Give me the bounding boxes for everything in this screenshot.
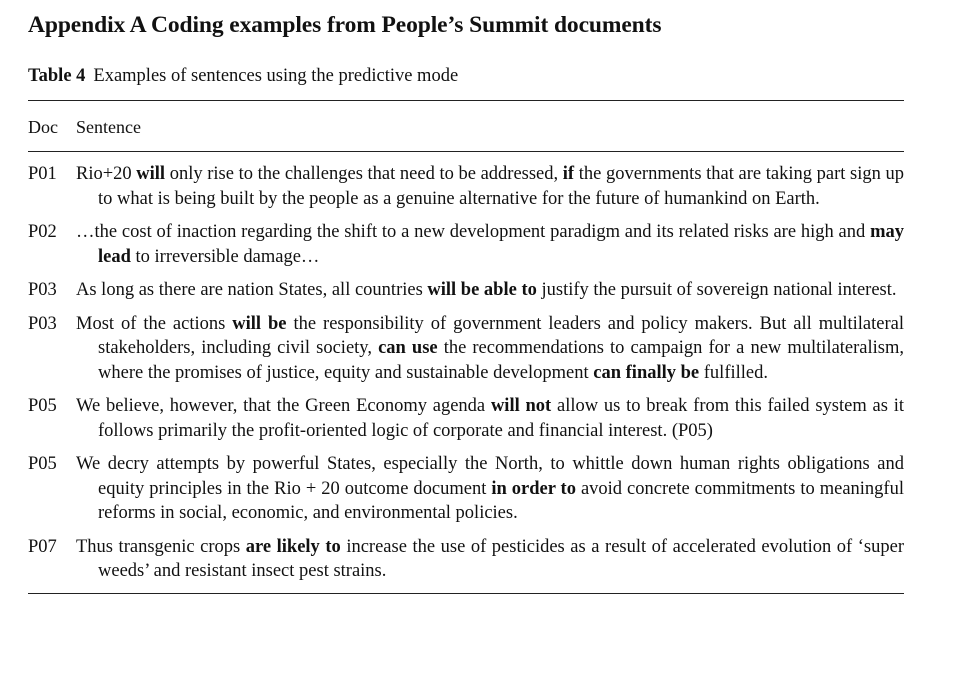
doc-id: P05 xyxy=(28,396,57,416)
predictive-term: can finally be xyxy=(593,362,700,383)
appendix-title: Appendix A Coding examples from People’s… xyxy=(28,12,662,38)
table-number: Table 4 xyxy=(28,66,86,86)
predictive-term: will xyxy=(136,164,166,184)
doc-id: P05 xyxy=(28,454,57,474)
sentence-text: As long as there are nation States, all … xyxy=(76,278,904,303)
doc-id: P03 xyxy=(28,313,57,334)
predictive-term: will be able to xyxy=(427,280,537,300)
doc-id: P07 xyxy=(28,536,57,557)
sentence-segment: Most of the actions xyxy=(76,313,233,334)
table-row: P02 …the cost of inaction regarding the s… xyxy=(28,220,904,269)
sentence-text: We believe, however, that the Green Econ… xyxy=(76,394,904,443)
predictive-term: if xyxy=(562,164,575,184)
sentence-segment: Rio+20 xyxy=(76,164,137,184)
predictive-term: can use xyxy=(378,338,438,358)
doc-id: P01 xyxy=(28,164,57,184)
table-header-row: Doc Sentence xyxy=(28,101,904,151)
predictive-term: will not xyxy=(490,396,552,416)
sentence-segment: As long as there are nation States, all … xyxy=(76,280,428,300)
predictive-term: in order to xyxy=(491,478,576,499)
table-row: P05 We decry attempts by powerful States,… xyxy=(28,452,904,526)
table-row: P03 Most of the actions will be the respo… xyxy=(28,312,904,386)
table-row: P07 Thus transgenic crops are likely to i… xyxy=(28,535,904,584)
doc-id: P03 xyxy=(28,280,57,300)
document-page: Appendix A Coding examples from People’s… xyxy=(28,10,904,594)
doc-id: P02 xyxy=(28,222,57,242)
sentence-segment: fulfilled. xyxy=(699,362,768,383)
predictive-term: are likely to xyxy=(245,536,341,557)
sentence-segment: only rise to the challenges that need to… xyxy=(165,164,563,184)
table-row: P03 As long as there are nation States, a… xyxy=(28,278,904,303)
sentence-text: We decry attempts by powerful States, es… xyxy=(76,452,904,526)
sentence-segment: We believe, however, that the Green Econ… xyxy=(76,396,491,416)
table-bottom-rule xyxy=(28,592,904,594)
sentence-text: Thus transgenic crops are likely to incr… xyxy=(76,535,904,584)
sentence-text: Most of the actions will be the responsi… xyxy=(76,312,904,386)
table-row: P05 We believe, however, that the Green E… xyxy=(28,394,904,443)
sentence-segment: Thus transgenic crops xyxy=(76,536,246,557)
table-caption-text: Examples of sentences using the predicti… xyxy=(93,66,459,86)
sentence-segment: …the cost of inaction regarding the shif… xyxy=(76,222,871,242)
table-row: P01 Rio+20 will only rise to the challeng… xyxy=(28,162,904,211)
sentence-segment: to irreversible damage… xyxy=(130,246,320,267)
sentence-text: Rio+20 will only rise to the challenges … xyxy=(76,162,904,211)
table-body: P01 Rio+20 will only rise to the challeng… xyxy=(28,152,904,584)
predictive-term: will be xyxy=(232,313,287,334)
sentence-segment: justify the pursuit of sovereign nationa… xyxy=(536,280,897,300)
table-caption: Table 4 Examples of sentences using the p… xyxy=(28,64,904,88)
sentence-text: …the cost of inaction regarding the shif… xyxy=(76,220,904,269)
header-sentence: Sentence xyxy=(76,117,141,137)
header-doc: Doc xyxy=(28,117,58,137)
